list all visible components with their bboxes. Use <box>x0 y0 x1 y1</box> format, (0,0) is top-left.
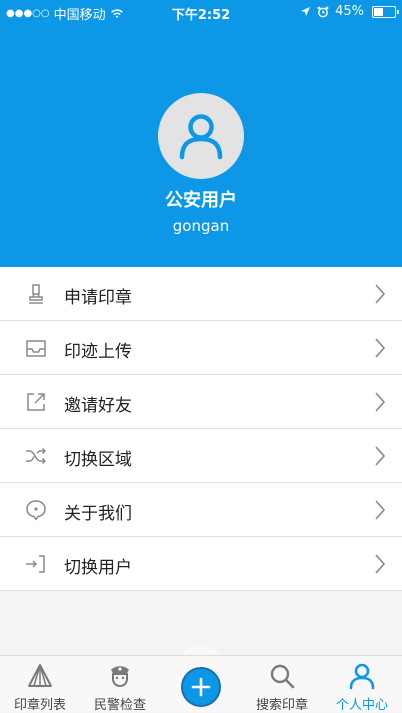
battery-icon <box>372 5 399 18</box>
alarm-clock-icon <box>317 6 329 17</box>
settings-menu: 申请印章 印迹上传 邀请好友 切换区域 关于我们 切换用户 <box>0 267 402 591</box>
tab-personal-center[interactable]: 个人中心 <box>322 656 402 713</box>
plus-icon <box>191 677 211 697</box>
user-name: 公安用户 <box>165 190 237 211</box>
tab-search-seal[interactable]: 搜索印章 <box>242 656 322 713</box>
tab-police-check[interactable]: 民警检查 <box>80 656 160 713</box>
chevron-right-icon <box>375 338 386 358</box>
menu-item-upload-imprint[interactable]: 印迹上传 <box>0 321 402 375</box>
share-external-icon <box>27 393 45 411</box>
tab-label: 个人中心 <box>335 698 388 713</box>
menu-item-switch-region[interactable]: 切换区域 <box>0 429 402 483</box>
chevron-right-icon <box>375 392 386 412</box>
menu-item-about-us[interactable]: 关于我们 <box>0 483 402 537</box>
status-right: 45% <box>300 4 399 19</box>
chevron-right-icon <box>375 500 386 520</box>
tab-label: 民警检查 <box>93 698 146 713</box>
location-arrow-icon <box>301 7 311 16</box>
police-icon <box>111 666 129 688</box>
stamp-list-icon <box>28 664 52 687</box>
chevron-right-icon <box>375 446 386 466</box>
menu-item-apply-seal[interactable]: 申请印章 <box>0 267 402 321</box>
add-button[interactable] <box>181 667 221 707</box>
chevron-right-icon <box>375 284 386 304</box>
stamp-icon <box>29 284 43 304</box>
user-avatar-icon <box>179 114 223 160</box>
user-account: gongan <box>172 217 230 235</box>
profile-header: ●●●○○ 中国移动 下午2:52 45% 公安用户 gongan <box>0 0 402 267</box>
login-switch-icon <box>26 555 45 573</box>
menu-item-invite-friends[interactable]: 邀请好友 <box>0 375 402 429</box>
menu-item-label: 关于我们 <box>64 504 132 524</box>
menu-item-label: 邀请好友 <box>64 396 132 416</box>
avatar[interactable] <box>158 93 244 179</box>
menu-item-switch-user[interactable]: 切换用户 <box>0 537 402 591</box>
tab-seal-list[interactable]: 印章列表 <box>0 656 80 713</box>
battery-percent: 45% <box>335 4 364 19</box>
status-bar: ●●●○○ 中国移动 下午2:52 45% <box>0 0 402 24</box>
tab-label: 印章列表 <box>13 698 66 713</box>
chevron-right-icon <box>375 554 386 574</box>
menu-item-label: 切换区域 <box>64 450 132 470</box>
battery-fill <box>374 7 383 16</box>
menu-item-label: 申请印章 <box>64 288 132 308</box>
person-icon <box>349 663 375 690</box>
menu-item-label: 印迹上传 <box>64 342 132 362</box>
tab-label: 搜索印章 <box>255 698 308 713</box>
search-icon <box>270 664 295 689</box>
inbox-upload-icon <box>26 340 46 357</box>
shuffle-icon <box>26 447 47 465</box>
menu-item-label: 切换用户 <box>64 558 132 578</box>
chat-bubble-icon <box>26 500 46 521</box>
